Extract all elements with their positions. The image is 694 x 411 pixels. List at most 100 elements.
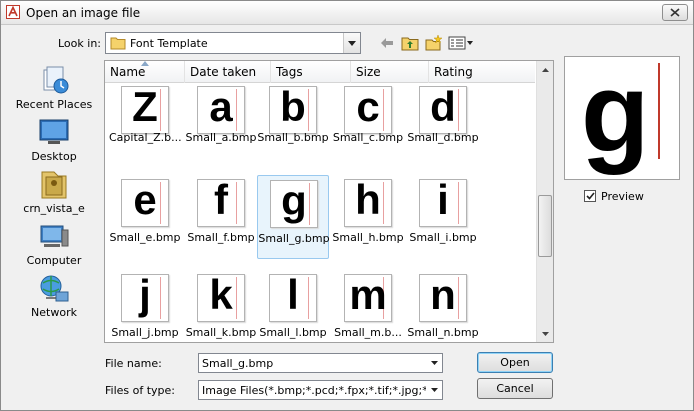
network-icon	[40, 275, 69, 302]
look-in-label: Look in:	[58, 37, 101, 50]
desktop-icon	[39, 119, 69, 144]
file-name: Small_h.bmp	[332, 231, 404, 244]
scrollbar-thumb[interactable]	[538, 195, 552, 257]
thumbnail-glyph: c	[356, 86, 380, 130]
chevron-down-icon	[430, 361, 438, 365]
thumbnail-glyph: l	[287, 274, 299, 318]
files-of-type-dropdown[interactable]: Image Files(*.bmp;*.pcd;*.fpx;*.tif;*.jp…	[198, 380, 443, 400]
look-in-value: Font Template	[130, 37, 208, 50]
thumbnail-glyph: a	[209, 86, 233, 130]
file-thumbnail: j	[121, 274, 169, 322]
file-item[interactable]: k Small_k.bmp	[185, 270, 257, 342]
column-header-rating[interactable]: Rating	[429, 61, 535, 83]
thumbnail-glyph: h	[355, 179, 381, 223]
views-menu-button[interactable]	[447, 34, 475, 52]
cancel-button[interactable]: Cancel	[477, 378, 553, 399]
look-in-dropdown-arrow[interactable]	[343, 33, 360, 53]
thumbnail-glyph: m	[349, 274, 387, 318]
column-header-date-taken[interactable]: Date taken	[185, 61, 271, 83]
folder-icon	[110, 37, 126, 50]
chevron-down-icon	[430, 388, 438, 392]
file-thumbnail: n	[419, 274, 467, 322]
file-item[interactable]: l Small_l.bmp	[257, 270, 329, 342]
file-item[interactable]: h Small_h.bmp	[332, 175, 404, 259]
file-item[interactable]: d Small_d.bmp	[407, 83, 479, 167]
scroll-down-button[interactable]	[537, 325, 553, 342]
place-recent-places[interactable]: Recent Places	[8, 64, 100, 111]
file-thumbnail: k	[197, 274, 245, 322]
scroll-up-button[interactable]	[537, 61, 553, 78]
file-thumbnail: a	[197, 86, 245, 134]
back-arrow-icon	[381, 38, 393, 48]
column-header-tags[interactable]: Tags	[271, 61, 351, 83]
file-item[interactable]: f Small_f.bmp	[185, 175, 257, 259]
checkmark-icon	[585, 192, 595, 200]
file-name-value: Small_g.bmp	[202, 357, 274, 370]
views-icon	[448, 36, 473, 50]
file-name: Small_i.bmp	[409, 231, 477, 244]
place-desktop[interactable]: Desktop	[8, 116, 100, 163]
file-item[interactable]: g Small_g.bmp	[257, 175, 330, 259]
thumbnail-glyph: k	[209, 274, 233, 318]
back-button[interactable]	[377, 34, 397, 52]
file-thumbnail: b	[269, 86, 317, 134]
file-item[interactable]: c Small_c.bmp	[332, 83, 404, 167]
file-thumbnail: c	[344, 86, 392, 134]
place-network[interactable]: Network	[8, 272, 100, 319]
place-label: Computer	[26, 254, 82, 267]
thumbnail-glyph: f	[214, 179, 228, 223]
thumbnail-glyph: n	[430, 274, 456, 318]
file-thumbnail: m	[344, 274, 392, 322]
file-item[interactable]: n Small_n.bmp	[407, 270, 479, 342]
preview-image: g	[581, 56, 650, 175]
files-of-type-dropdown-arrow[interactable]	[426, 381, 442, 399]
thumbnail-glyph: i	[437, 179, 449, 223]
file-item[interactable]: Z Capital_Z.b...	[109, 83, 181, 167]
file-item[interactable]: m Small_m.b...	[332, 270, 404, 342]
title-bar[interactable]: Open an image file	[1, 1, 693, 25]
column-header-name[interactable]: Name	[105, 61, 185, 83]
file-thumbnail: h	[344, 179, 392, 227]
file-name: Small_b.bmp	[257, 131, 329, 144]
file-name-dropdown-arrow[interactable]	[426, 354, 442, 372]
user-folder-icon	[41, 171, 67, 199]
file-name: Small_k.bmp	[185, 326, 257, 339]
place-user-folder[interactable]: crn_vista_e	[8, 168, 100, 215]
file-name-input[interactable]: Small_g.bmp	[198, 353, 443, 373]
sort-ascending-icon	[141, 61, 149, 66]
folder-up-icon	[401, 37, 419, 51]
file-item[interactable]: a Small_a.bmp	[185, 83, 257, 167]
place-computer[interactable]: Computer	[8, 220, 100, 267]
up-one-level-button[interactable]	[399, 34, 421, 52]
chevron-down-icon	[348, 40, 356, 46]
file-list-view[interactable]: Name Date taken Tags Size Rating Z Capita…	[104, 60, 554, 343]
column-header-size[interactable]: Size	[351, 61, 429, 83]
autocad-app-icon	[6, 5, 20, 19]
open-button[interactable]: Open	[477, 352, 553, 373]
window-title: Open an image file	[26, 6, 141, 20]
close-button[interactable]	[662, 4, 688, 21]
preview-checkbox[interactable]	[584, 190, 596, 202]
file-name: Capital_Z.b...	[109, 131, 181, 144]
file-name: Small_n.bmp	[407, 326, 479, 339]
file-name: Small_g.bmp	[258, 232, 330, 245]
thumbnail-glyph: j	[139, 274, 151, 318]
thumbnail-glyph: d	[430, 86, 456, 130]
place-label: Desktop	[31, 150, 77, 163]
file-name: Small_e.bmp	[109, 231, 181, 244]
arrow-down-icon	[541, 331, 549, 336]
vertical-scrollbar[interactable]	[536, 61, 553, 342]
file-name: Small_m.b...	[334, 326, 402, 339]
recent-places-icon	[43, 66, 69, 94]
file-item[interactable]: e Small_e.bmp	[109, 175, 181, 259]
places-bar: Recent Places Desktop crn_vista_e Comput…	[8, 58, 100, 343]
file-item[interactable]: i Small_i.bmp	[407, 175, 479, 259]
file-item[interactable]: b Small_b.bmp	[257, 83, 329, 167]
computer-icon	[40, 225, 69, 247]
file-item[interactable]: j Small_j.bmp	[109, 270, 181, 342]
file-thumbnail: d	[419, 86, 467, 134]
new-folder-button[interactable]	[423, 34, 445, 52]
files-of-type-label: Files of type:	[105, 384, 176, 397]
look-in-dropdown[interactable]: Font Template	[105, 32, 361, 54]
file-thumbnail: g	[270, 180, 318, 228]
